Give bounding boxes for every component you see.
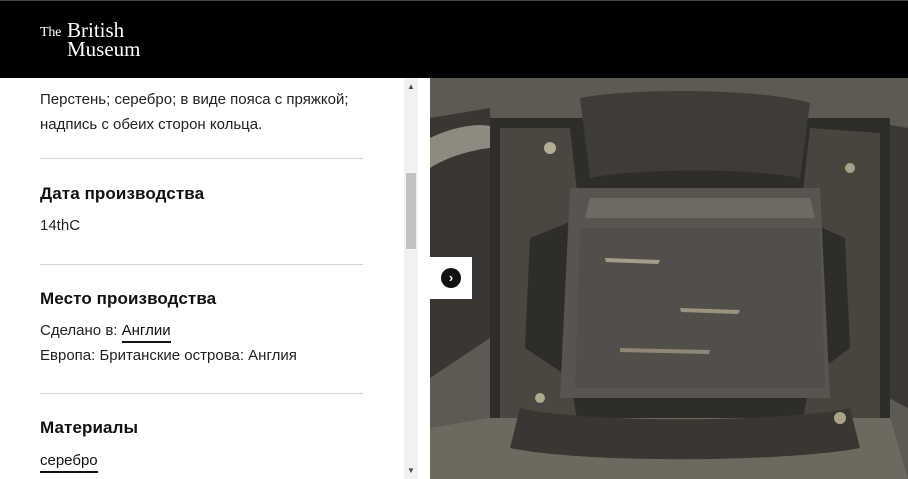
chevron-right-icon: › [441, 268, 461, 288]
object-image[interactable] [430, 78, 908, 479]
materials-line: серебро [40, 452, 98, 473]
made-in-line: Сделано в: Англии [40, 322, 171, 343]
ring-photo-illustration [430, 78, 908, 479]
object-details-panel: Перстень; серебро; в виде пояса с пряжко… [0, 78, 404, 479]
divider [40, 264, 363, 265]
production-date-value: 14thC [40, 217, 81, 234]
divider [40, 158, 363, 159]
materials-title: Материалы [40, 418, 139, 437]
logo-museum: Museum [67, 37, 141, 61]
production-place-title: Место производства [40, 289, 217, 308]
materials-link[interactable]: серебро [40, 452, 98, 473]
made-in-label: Сделано в: [40, 322, 118, 339]
production-date-title: Дата производства [40, 184, 205, 203]
logo-the: The [40, 25, 62, 40]
panel-gap [418, 78, 430, 479]
scrollbar-thumb[interactable] [406, 173, 416, 249]
next-image-button[interactable]: › [430, 257, 472, 299]
made-in-link[interactable]: Англии [121, 322, 171, 343]
scroll-down-arrow[interactable]: ▼ [404, 462, 418, 479]
scroll-up-arrow[interactable]: ▲ [404, 78, 418, 95]
production-region: Европа: Британские острова: Англия [40, 347, 297, 364]
object-description: Перстень; серебро; в виде пояса с пряжко… [40, 91, 349, 133]
site-header: The British Museum [0, 0, 908, 78]
panel-scrollbar[interactable]: ▲ ▼ [404, 78, 418, 479]
divider [40, 393, 363, 394]
